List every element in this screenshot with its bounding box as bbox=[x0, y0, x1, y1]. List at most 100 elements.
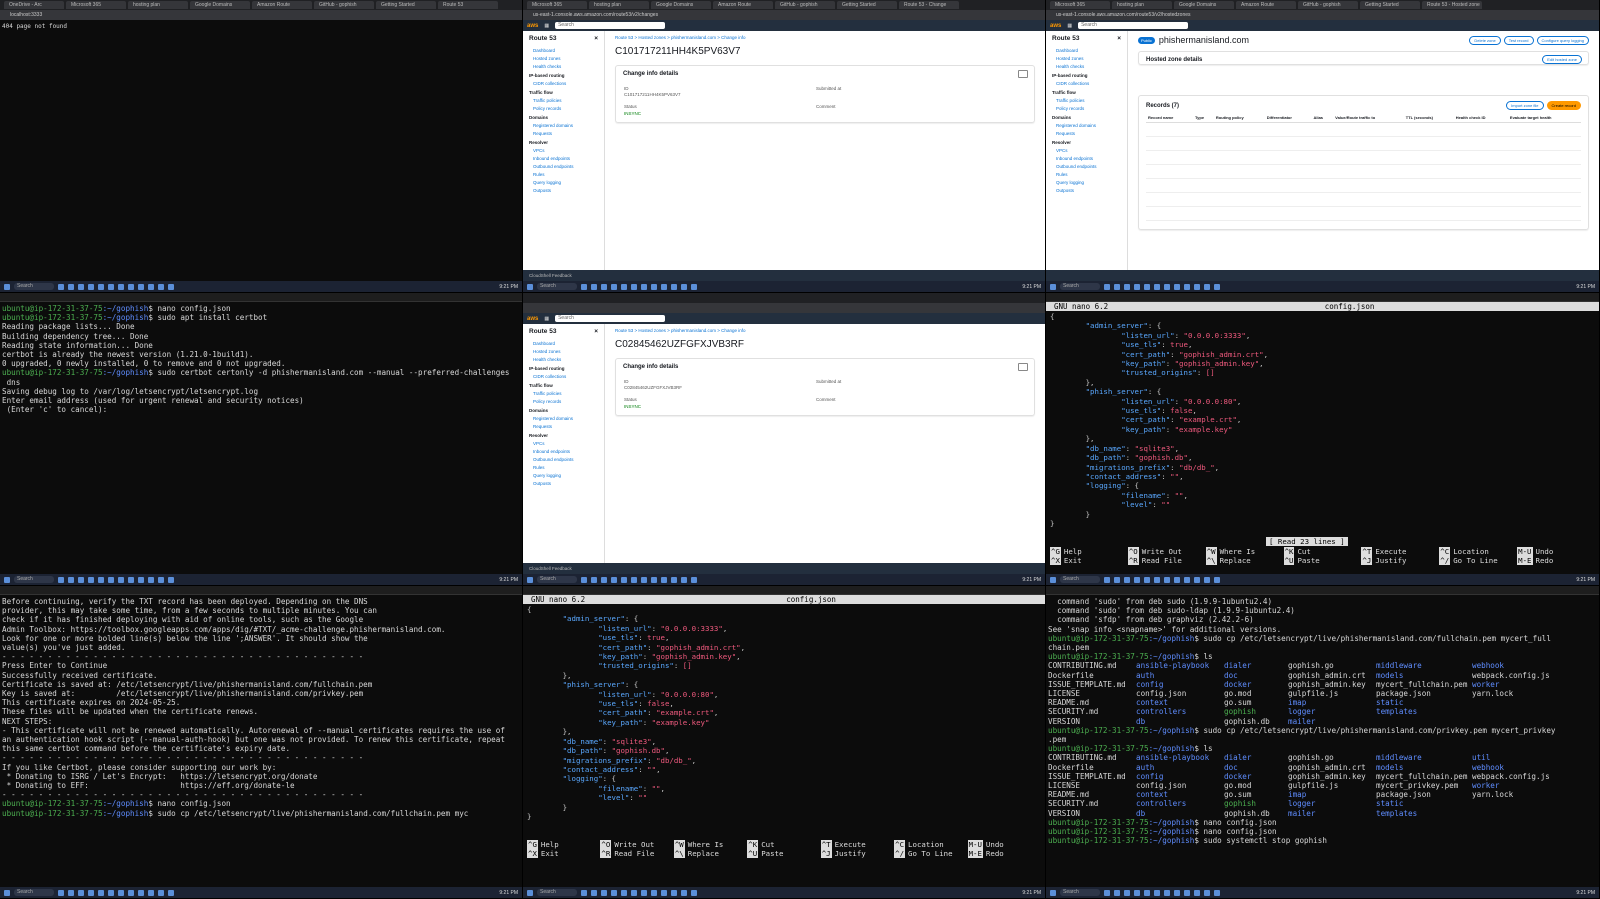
nano-editor[interactable]: { "admin_server": { "listen_url": "0.0.0… bbox=[1046, 311, 1599, 529]
browser-tab[interactable]: Getting Started bbox=[376, 1, 436, 9]
taskbar-search[interactable]: Search bbox=[14, 889, 54, 896]
app-icon[interactable] bbox=[621, 576, 627, 583]
shortcut[interactable]: ^U Paste bbox=[1283, 556, 1362, 566]
sidebar-group[interactable]: Resolver bbox=[529, 433, 598, 438]
app-icon[interactable] bbox=[78, 283, 84, 290]
aws-search-input[interactable]: Search bbox=[555, 22, 666, 29]
app-icon[interactable] bbox=[611, 889, 617, 896]
sidebar-group[interactable]: Traffic flow bbox=[1052, 90, 1121, 95]
app-icon[interactable] bbox=[681, 889, 687, 896]
app-icon[interactable] bbox=[591, 889, 597, 896]
close-icon[interactable]: × bbox=[1117, 35, 1121, 42]
app-icon[interactable] bbox=[138, 576, 144, 583]
app-icon[interactable] bbox=[128, 889, 134, 896]
app-icon[interactable] bbox=[58, 889, 64, 896]
sidebar-group[interactable]: Domains bbox=[529, 408, 598, 413]
app-icon[interactable] bbox=[168, 283, 174, 290]
app-icon[interactable] bbox=[118, 283, 124, 290]
shortcut[interactable]: ^/Go To Line bbox=[1439, 556, 1517, 566]
shortcut[interactable]: ^C Location bbox=[1439, 547, 1517, 556]
sidebar-item[interactable]: Inbound endpoints bbox=[533, 156, 598, 161]
services-menu-icon[interactable]: ▦ bbox=[1067, 23, 1072, 29]
app-icon[interactable] bbox=[1114, 889, 1120, 896]
shortcut[interactable]: M-E Redo bbox=[1517, 556, 1595, 566]
app-icon[interactable] bbox=[1134, 889, 1140, 896]
table-row[interactable] bbox=[1146, 122, 1581, 137]
sidebar-item[interactable]: Traffic policies bbox=[1056, 98, 1121, 103]
zone-action-button[interactable]: Configure query logging bbox=[1536, 35, 1589, 45]
table-row[interactable] bbox=[1146, 164, 1581, 179]
sidebar-item[interactable]: Traffic policies bbox=[533, 391, 598, 396]
app-icon[interactable] bbox=[631, 576, 637, 583]
shortcut[interactable]: ^J Justify bbox=[1361, 556, 1439, 566]
app-icon[interactable] bbox=[1114, 283, 1120, 290]
sidebar-item[interactable]: CIDR collections bbox=[533, 81, 598, 86]
address-bar[interactable]: localhost:3333 bbox=[0, 10, 522, 20]
app-icon[interactable] bbox=[641, 283, 647, 290]
app-icon[interactable] bbox=[1174, 576, 1180, 583]
app-icon[interactable] bbox=[661, 576, 667, 583]
app-icon[interactable] bbox=[1144, 576, 1150, 583]
sidebar-item[interactable]: Rules bbox=[533, 172, 598, 177]
app-icon[interactable] bbox=[78, 576, 84, 583]
shortcut[interactable]: ^/Go To Line bbox=[894, 849, 967, 859]
address-bar[interactable] bbox=[523, 303, 1045, 313]
app-icon[interactable] bbox=[108, 283, 114, 290]
app-icon[interactable] bbox=[128, 283, 134, 290]
browser-tab[interactable]: Route 53 bbox=[438, 1, 498, 9]
shortcut[interactable]: ^G Help bbox=[1050, 547, 1128, 556]
shortcut[interactable]: ^W Where Is bbox=[673, 840, 747, 849]
app-icon[interactable] bbox=[68, 283, 74, 290]
sidebar-item[interactable]: Dashboard bbox=[1056, 48, 1121, 53]
taskbar-search[interactable]: Search bbox=[1060, 576, 1100, 583]
app-icon[interactable] bbox=[158, 889, 164, 896]
app-icon[interactable] bbox=[98, 576, 104, 583]
browser-tab[interactable]: hosting plan bbox=[1112, 1, 1172, 9]
browser-tab[interactable]: OneDrive - Arc bbox=[4, 1, 64, 9]
app-icon[interactable] bbox=[138, 889, 144, 896]
app-icon[interactable] bbox=[1134, 283, 1140, 290]
app-icon[interactable] bbox=[1194, 576, 1200, 583]
app-icon[interactable] bbox=[641, 889, 647, 896]
app-icon[interactable] bbox=[148, 889, 154, 896]
sidebar-item[interactable]: Dashboard bbox=[533, 48, 598, 53]
app-icon[interactable] bbox=[88, 889, 94, 896]
app-icon[interactable] bbox=[631, 889, 637, 896]
sidebar-item[interactable]: Outposts bbox=[533, 481, 598, 486]
breadcrumb[interactable]: Route 53 > Hosted zones > phishermanisla… bbox=[615, 328, 1035, 333]
aws-logo[interactable]: aws bbox=[1050, 23, 1061, 29]
column-header[interactable]: Value/Route traffic to bbox=[1333, 113, 1404, 123]
app-icon[interactable] bbox=[98, 283, 104, 290]
sidebar-group[interactable]: Domains bbox=[1052, 115, 1121, 120]
app-icon[interactable] bbox=[661, 283, 667, 290]
app-icon[interactable] bbox=[1204, 576, 1210, 583]
app-icon[interactable] bbox=[78, 889, 84, 896]
sidebar-item[interactable]: Requests bbox=[533, 424, 598, 429]
app-icon[interactable] bbox=[168, 576, 174, 583]
shortcut[interactable]: M-U Undo bbox=[967, 840, 1041, 849]
app-icon[interactable] bbox=[1214, 576, 1220, 583]
app-icon[interactable] bbox=[1104, 889, 1110, 896]
close-icon[interactable]: × bbox=[594, 328, 598, 335]
shortcut[interactable]: ^T Execute bbox=[1361, 547, 1439, 556]
sidebar-item[interactable]: Query logging bbox=[1056, 180, 1121, 185]
sidebar-item[interactable]: VPCs bbox=[533, 441, 598, 446]
browser-tab[interactable]: Google Domains bbox=[190, 1, 250, 9]
sidebar-item[interactable]: CIDR collections bbox=[533, 374, 598, 379]
start-icon[interactable] bbox=[1050, 889, 1056, 896]
start-icon[interactable] bbox=[4, 576, 10, 583]
app-icon[interactable] bbox=[68, 889, 74, 896]
nano-editor[interactable]: { "admin_server": { "listen_url": "0.0.0… bbox=[523, 604, 1045, 822]
aws-logo[interactable]: aws bbox=[527, 316, 538, 322]
sidebar-group[interactable]: Resolver bbox=[1052, 140, 1121, 145]
browser-tab[interactable]: Microsoft 365 bbox=[66, 1, 126, 9]
shortcut[interactable]: ^\ Replace bbox=[1205, 556, 1284, 566]
app-icon[interactable] bbox=[611, 283, 617, 290]
app-icon[interactable] bbox=[148, 576, 154, 583]
shortcut[interactable]: ^\ Replace bbox=[673, 849, 747, 859]
shortcut[interactable]: ^R Read File bbox=[600, 849, 673, 859]
app-icon[interactable] bbox=[1194, 283, 1200, 290]
column-header[interactable]: Alias bbox=[1311, 113, 1334, 123]
sidebar-item[interactable]: Outposts bbox=[533, 188, 598, 193]
app-icon[interactable] bbox=[601, 283, 607, 290]
